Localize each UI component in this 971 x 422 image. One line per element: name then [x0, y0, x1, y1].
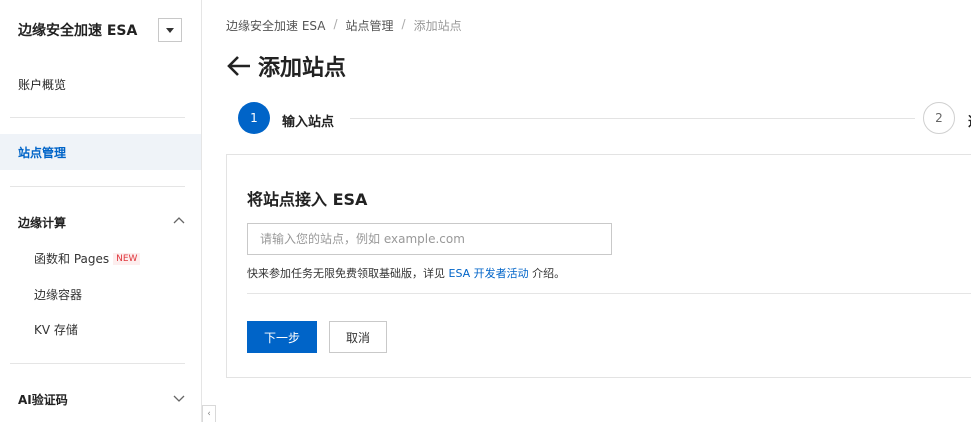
sidebar-item-edge-container[interactable]: 边缘容器	[34, 286, 82, 303]
sidebar-group-edge-compute[interactable]: 边缘计算	[18, 214, 66, 231]
chevron-down-icon[interactable]	[172, 391, 186, 405]
sidebar-divider	[10, 117, 185, 118]
sidebar-item-account-overview[interactable]: 账户概览	[0, 66, 201, 102]
sidebar-divider	[10, 186, 185, 187]
hint-prefix: 快来参加任务无限免费领取基础版，详见	[247, 267, 449, 280]
esa-developer-activity-link[interactable]: ESA 开发者活动	[449, 267, 529, 280]
sidebar-group-ai-captcha[interactable]: AI验证码	[18, 391, 68, 408]
back-arrow-icon[interactable]	[226, 55, 252, 77]
step-indicator: 1 输入站点 2 选	[238, 102, 971, 136]
sidebar-item-label: KV 存储	[34, 323, 78, 337]
step-1-circle: 1	[238, 102, 270, 134]
page-title: 添加站点	[258, 56, 347, 81]
breadcrumb-item-current: 添加站点	[413, 19, 462, 33]
step-2-circle: 2	[923, 102, 955, 134]
sidebar-item-functions-pages[interactable]: 函数和 Pages NEW	[34, 250, 141, 267]
step-connector	[350, 118, 915, 119]
sidebar-item-label: 站点管理	[18, 145, 67, 160]
breadcrumb-separator: /	[333, 17, 338, 31]
sidebar-item-label: 账户概览	[18, 77, 67, 92]
site-input[interactable]	[247, 223, 612, 255]
page-header: 添加站点	[226, 50, 346, 82]
breadcrumb-item-esa[interactable]: 边缘安全加速 ESA	[226, 17, 325, 34]
chevron-up-icon[interactable]	[172, 214, 186, 228]
form-divider	[247, 293, 971, 294]
sidebar-item-label: 函数和 Pages	[34, 252, 110, 266]
breadcrumb-item-site-management[interactable]: 站点管理	[346, 17, 394, 34]
hint-suffix: 介绍。	[528, 267, 566, 280]
hint-text: 快来参加任务无限免费领取基础版，详见 ESA 开发者活动 介绍。	[247, 265, 565, 281]
sidebar: 边缘安全加速 ESA 账户概览 站点管理 边缘计算 函数和 Pages NEW …	[0, 0, 202, 422]
add-site-card: 将站点接入 ESA 快来参加任务无限免费领取基础版，详见 ESA 开发者活动 介…	[226, 154, 971, 378]
sidebar-item-kv-storage[interactable]: KV 存储	[34, 321, 78, 338]
sidebar-item-site-management[interactable]: 站点管理	[0, 134, 201, 170]
caret-down-icon	[166, 27, 174, 33]
chevron-left-icon: ‹	[207, 409, 211, 419]
step-1-label: 输入站点	[282, 115, 335, 130]
product-switch-button[interactable]	[158, 18, 182, 42]
breadcrumb-separator: /	[401, 17, 406, 31]
product-title: 边缘安全加速 ESA	[18, 23, 138, 39]
new-badge: NEW	[113, 252, 141, 265]
breadcrumb: 边缘安全加速 ESA / 站点管理 / 添加站点	[226, 17, 462, 34]
sidebar-collapse-handle[interactable]: ‹	[202, 405, 216, 422]
sidebar-divider	[10, 363, 185, 364]
next-step-button[interactable]: 下一步	[247, 321, 317, 353]
sidebar-item-label: 边缘容器	[34, 288, 83, 302]
form-title: 将站点接入 ESA	[247, 190, 368, 209]
cancel-button[interactable]: 取消	[329, 321, 387, 353]
